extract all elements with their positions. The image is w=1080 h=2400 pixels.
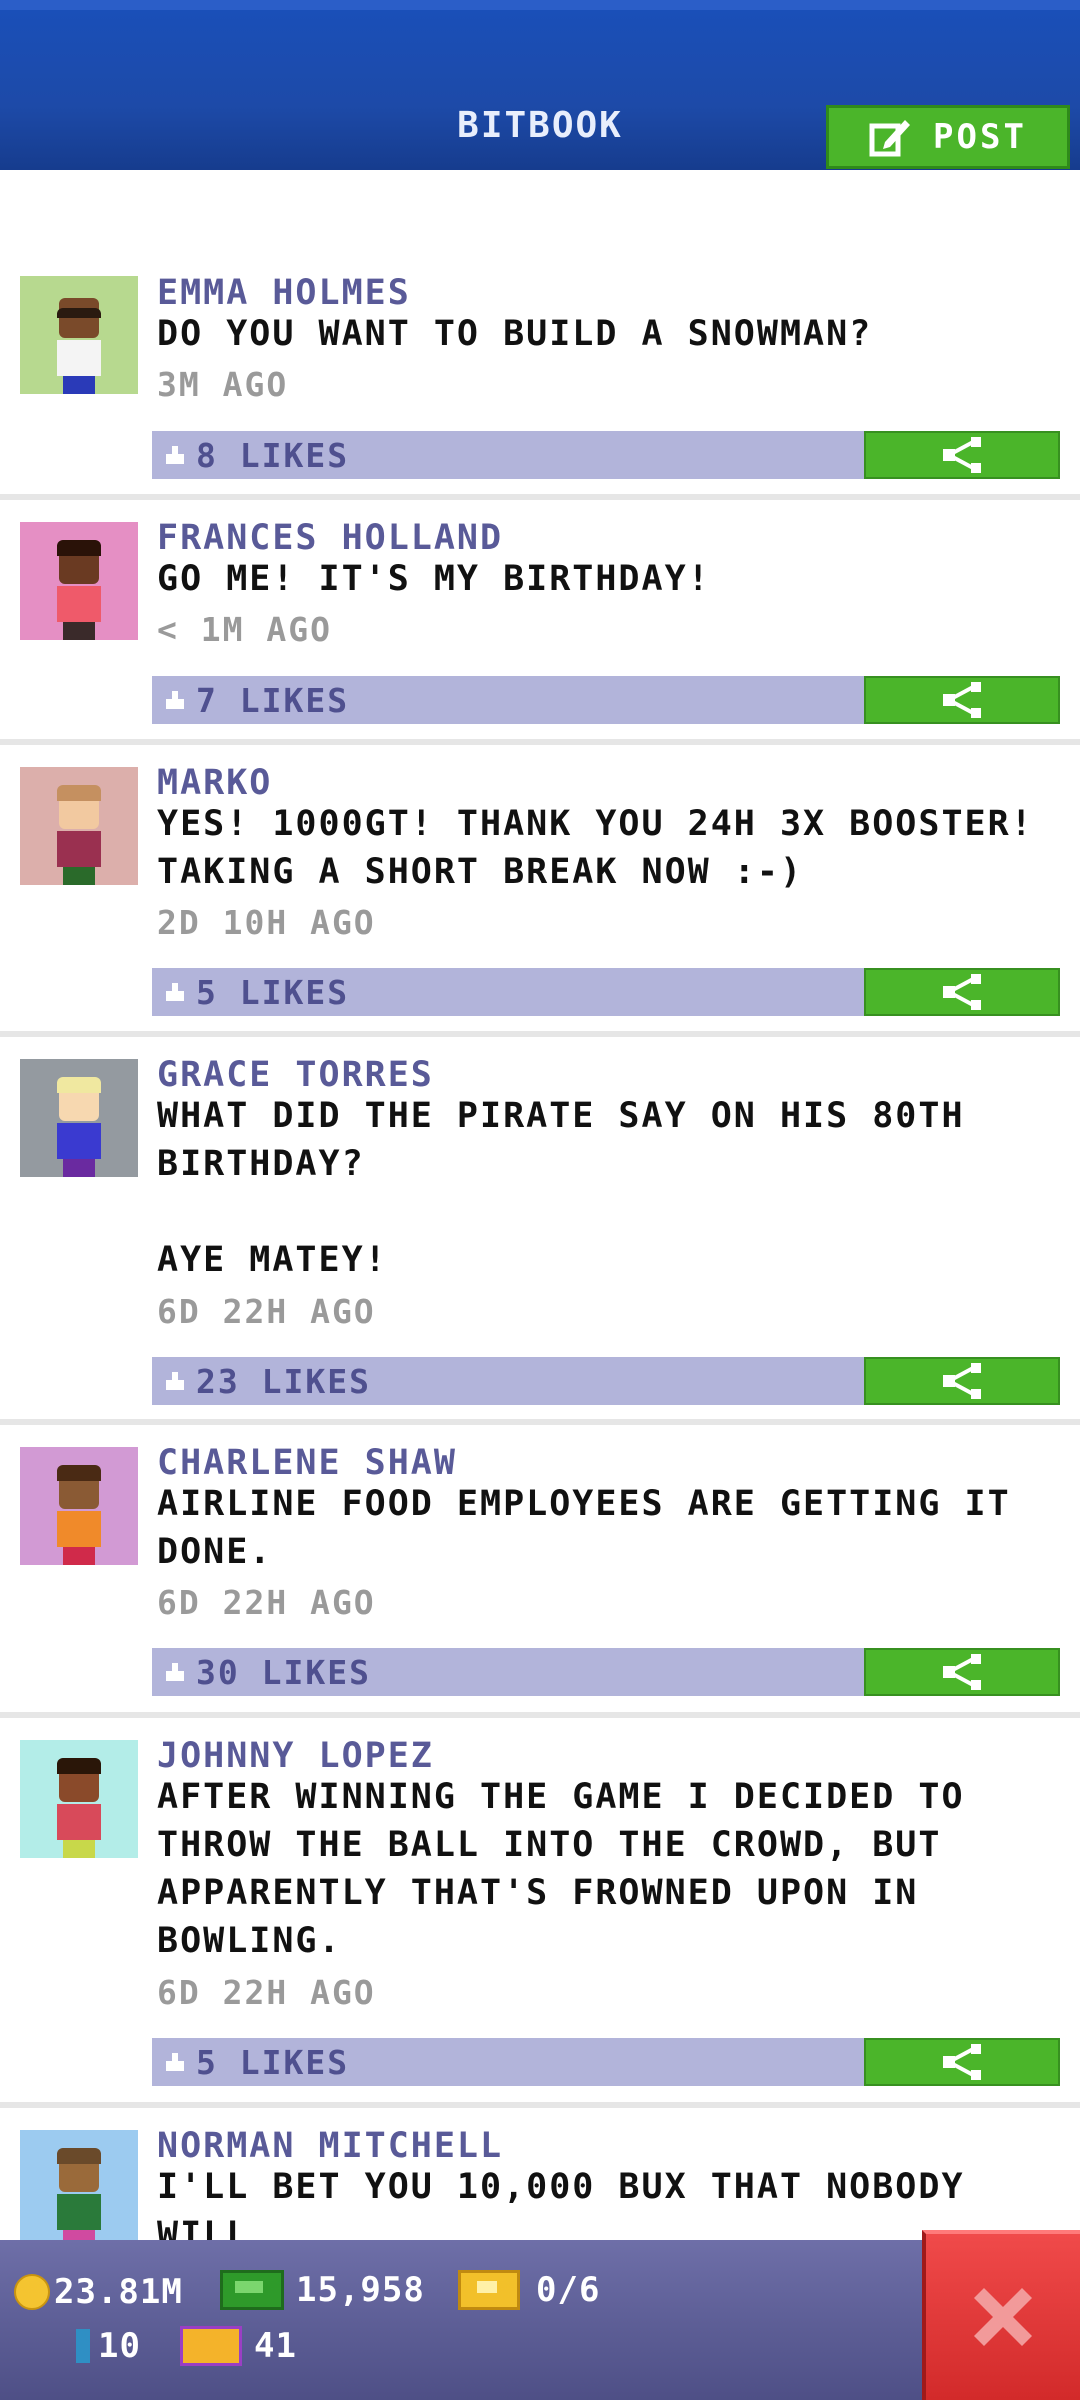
like-bar[interactable]: 30 LIKES (152, 1648, 865, 1696)
compose-icon (869, 120, 911, 157)
post-item: JOHNNY LOPEZ AFTER WINNING THE GAME I DE… (0, 1718, 1080, 2108)
share-icon (943, 1654, 981, 1690)
avatar[interactable] (20, 2130, 138, 2248)
share-button[interactable] (864, 676, 1060, 724)
like-bar[interactable]: 23 LIKES (152, 1357, 865, 1405)
like-bar[interactable]: 7 LIKES (152, 676, 865, 724)
gems-value: 10 (98, 2326, 141, 2366)
avatar[interactable] (20, 522, 138, 640)
post-message: YES! 1000GT! THANK YOU 24H 3X BOOSTER! T… (157, 804, 1034, 892)
post-time: 2D 10H AGO (157, 903, 376, 942)
vip-display: 41 (180, 2326, 297, 2366)
coin-icon (14, 2274, 50, 2310)
thumbs-up-icon (166, 1372, 184, 1390)
ticket-icon (458, 2270, 520, 2310)
avatar[interactable] (20, 276, 138, 394)
avatar-figure (49, 1077, 109, 1177)
share-icon (943, 2044, 981, 2080)
like-count: 7 LIKES (196, 680, 350, 720)
post-message: DO YOU WANT TO BUILD A SNOWMAN? (157, 314, 873, 354)
share-button[interactable] (864, 2038, 1060, 2086)
thumbs-up-icon (166, 446, 184, 464)
gem-icon (76, 2329, 90, 2363)
avatar[interactable] (20, 767, 138, 885)
share-button[interactable] (864, 1357, 1060, 1405)
gems-display: 10 (76, 2326, 141, 2366)
like-bar[interactable]: 5 LIKES (152, 2038, 865, 2086)
thumbs-up-icon (166, 983, 184, 1001)
vip-value: 41 (254, 2326, 297, 2366)
share-icon (943, 437, 981, 473)
thumbs-up-icon (166, 1663, 184, 1681)
like-count: 30 LIKES (196, 1652, 371, 1692)
post-author[interactable]: NORMAN MITCHELL (157, 2126, 503, 2166)
post-item: CHARLENE SHAW AIRLINE FOOD EMPLOYEES ARE… (0, 1425, 1080, 1718)
tickets-value: 0/6 (536, 2270, 601, 2310)
share-button[interactable] (864, 968, 1060, 1016)
resource-bar: 23.81M 15,958 0/6 10 41 (0, 2240, 1080, 2400)
post-item: EMMA HOLMES DO YOU WANT TO BUILD A SNOWM… (0, 170, 1080, 500)
bux-value: 15,958 (296, 2270, 425, 2310)
bux-display: 15,958 (220, 2270, 425, 2310)
post-author[interactable]: FRANCES HOLLAND (157, 518, 503, 558)
share-icon (943, 974, 981, 1010)
post-button-label: POST (933, 117, 1027, 157)
avatar-figure (49, 785, 109, 885)
post-time: 3M AGO (157, 365, 289, 404)
post-time: 6D 22H AGO (157, 1973, 376, 2012)
avatar-figure (49, 540, 109, 640)
post-button[interactable]: POST (826, 105, 1070, 169)
post-item: GRACE TORRES WHAT DID THE PIRATE SAY ON … (0, 1037, 1080, 1425)
coins-display: 23.81M (14, 2272, 183, 2312)
like-bar[interactable]: 5 LIKES (152, 968, 865, 1016)
post-time: < 1M AGO (157, 610, 332, 649)
post-author[interactable]: JOHNNY LOPEZ (157, 1736, 434, 1776)
tickets-display: 0/6 (458, 2270, 600, 2310)
post-message: WHAT DID THE PIRATE SAY ON HIS 80TH BIRT… (157, 1096, 965, 1280)
vip-icon (180, 2326, 242, 2366)
share-button[interactable] (864, 431, 1060, 479)
like-bar[interactable]: 8 LIKES (152, 431, 865, 479)
like-count: 5 LIKES (196, 2042, 350, 2082)
avatar-figure (49, 1465, 109, 1565)
share-icon (943, 682, 981, 718)
close-button[interactable] (922, 2230, 1080, 2400)
post-time: 6D 22H AGO (157, 1292, 376, 1331)
post-author[interactable]: EMMA HOLMES (157, 273, 411, 313)
thumbs-up-icon (166, 691, 184, 709)
post-message: AIRLINE FOOD EMPLOYEES ARE GETTING IT DO… (157, 1484, 1011, 1572)
post-item: NORMAN MITCHELL I'LL BET YOU 10,000 BUX … (0, 2108, 1080, 2248)
post-message: AFTER WINNING THE GAME I DECIDED TO THRO… (157, 1777, 965, 1961)
top-bar: BITBOOK POST (0, 0, 1080, 170)
close-icon (974, 2288, 1032, 2346)
post-time: 6D 22H AGO (157, 1583, 376, 1622)
avatar-figure (49, 294, 109, 394)
avatar[interactable] (20, 1059, 138, 1177)
thumbs-up-icon (166, 2053, 184, 2071)
share-button[interactable] (864, 1648, 1060, 1696)
post-item: MARKO YES! 1000GT! THANK YOU 24H 3X BOOS… (0, 745, 1080, 1037)
like-count: 5 LIKES (196, 972, 350, 1012)
post-author[interactable]: GRACE TORRES (157, 1055, 434, 1095)
post-author[interactable]: MARKO (157, 763, 272, 803)
avatar[interactable] (20, 1447, 138, 1565)
avatar-figure (49, 1758, 109, 1858)
post-author[interactable]: CHARLENE SHAW (157, 1443, 457, 1483)
share-icon (943, 1363, 981, 1399)
post-message: GO ME! IT'S MY BIRTHDAY! (157, 559, 711, 599)
like-count: 23 LIKES (196, 1361, 371, 1401)
bux-icon (220, 2270, 284, 2310)
post-item: FRANCES HOLLAND GO ME! IT'S MY BIRTHDAY!… (0, 500, 1080, 745)
avatar[interactable] (20, 1740, 138, 1858)
avatar-figure (49, 2148, 109, 2248)
like-count: 8 LIKES (196, 435, 350, 475)
coins-value: 23.81M (54, 2272, 183, 2312)
